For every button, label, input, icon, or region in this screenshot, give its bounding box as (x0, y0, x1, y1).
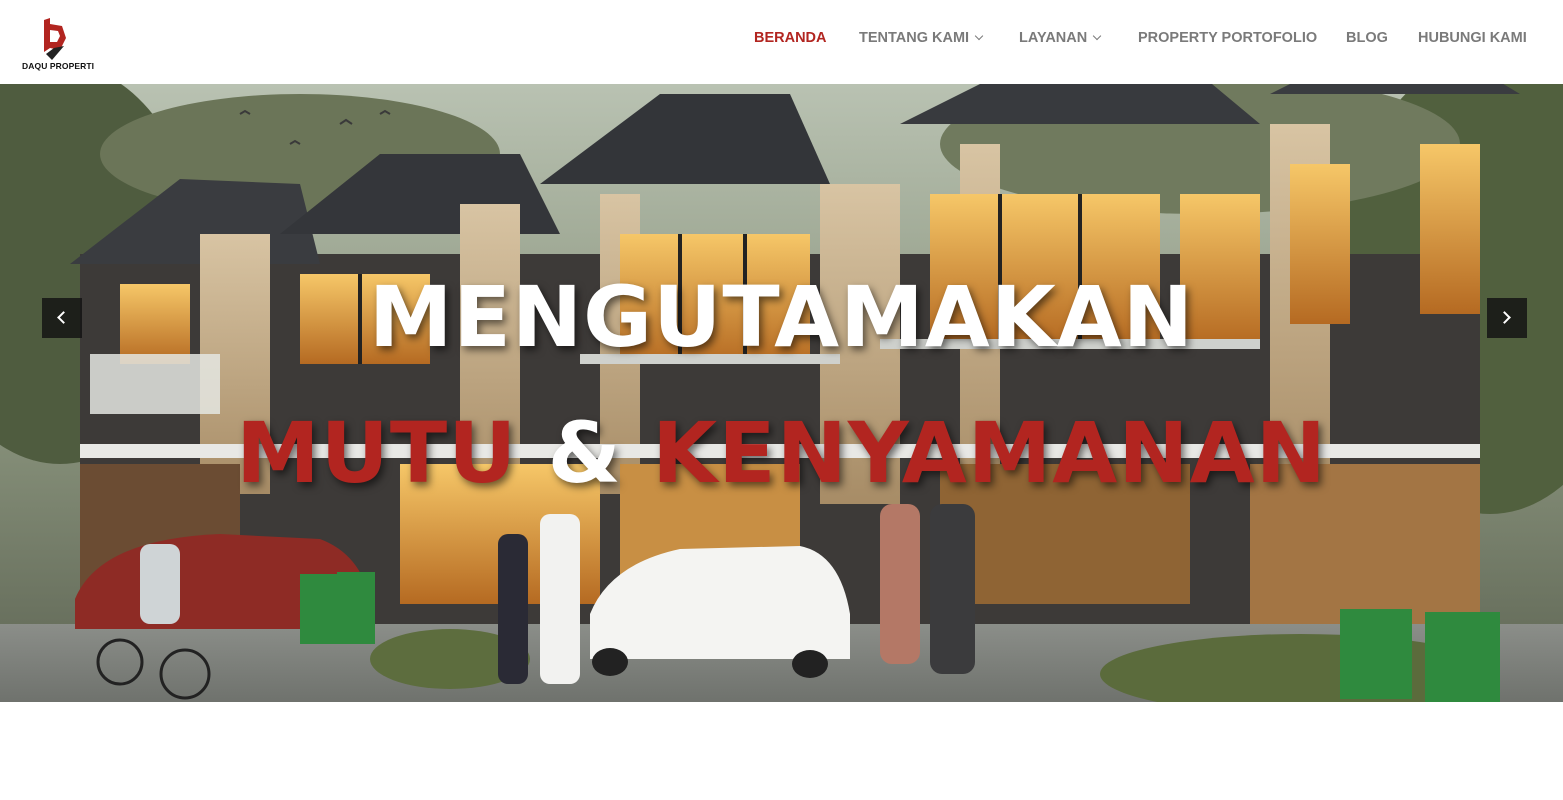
logo-mark-icon (44, 18, 66, 60)
nav-item-blog[interactable]: BLOG (1346, 30, 1388, 46)
brand-name: DAQU PROPERTI (22, 61, 95, 71)
hero-background-image (0, 84, 1563, 702)
hero-headline-line2: MUTU & KENYAMANAN (0, 404, 1563, 502)
hero-headline-kenyamanan: KENYAMANAN (652, 404, 1327, 502)
content-area (0, 702, 1563, 800)
nav-label: PROPERTY PORTOFOLIO (1138, 30, 1318, 46)
brand-logo[interactable]: DAQU PROPERTI (18, 18, 95, 74)
nav-item-beranda[interactable]: BERANDA (754, 30, 827, 46)
nav-item-layanan[interactable]: LAYANAN (1019, 30, 1102, 46)
site-header: DAQU PROPERTI BERANDA TENTANG KAMI LAYAN… (0, 0, 1563, 84)
nav-label: TENTANG KAMI (859, 30, 970, 46)
chevron-down-icon (1092, 31, 1102, 41)
hero-headline-line1: MENGUTAMAKAN (368, 268, 1195, 366)
nav-item-property-portofolio[interactable]: PROPERTY PORTOFOLIO (1138, 30, 1317, 46)
nav-item-tentang-kami[interactable]: TENTANG KAMI (859, 30, 984, 46)
hero-headline-mutu: MUTU (236, 404, 518, 502)
hero-slider: MENGUTAMAKAN MUTU & KENYAMANAN (0, 84, 1563, 702)
slider-prev-button[interactable] (42, 298, 82, 338)
nav-label: HUBUNGI KAMI (1418, 30, 1527, 46)
chevron-left-icon (57, 311, 70, 324)
slider-next-button[interactable] (1487, 298, 1527, 338)
chevron-down-icon (974, 31, 984, 41)
nav-label: LAYANAN (1019, 30, 1088, 46)
nav-label: BERANDA (754, 30, 827, 46)
chevron-right-icon (1498, 311, 1511, 324)
nav-item-hubungi-kami[interactable]: HUBUNGI KAMI (1418, 30, 1527, 46)
hero-headline-ampersand: & (547, 404, 622, 502)
nav-label: BLOG (1346, 30, 1388, 46)
